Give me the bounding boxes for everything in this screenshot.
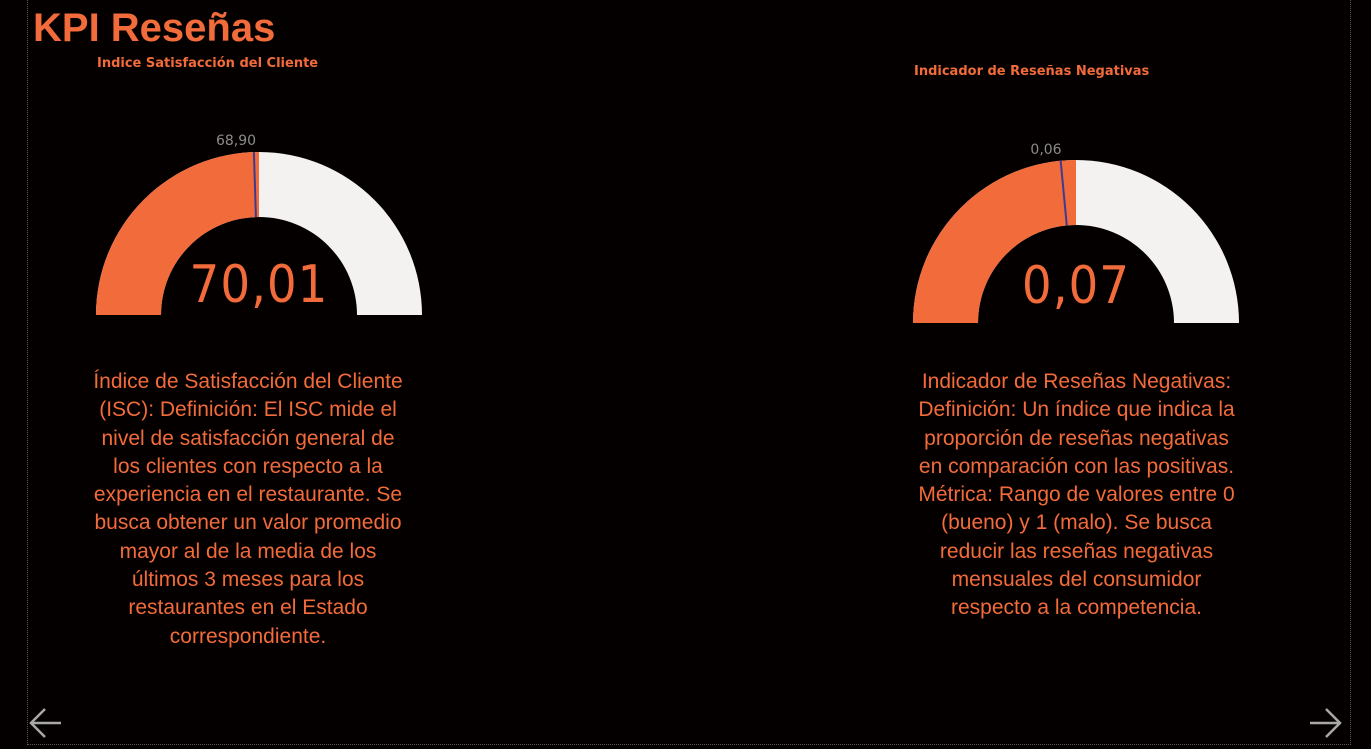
page-title: KPI Reseñas — [33, 6, 276, 50]
previous-page-button[interactable] — [28, 705, 64, 741]
gauge-title-satisfaction: Indice Satisfacción del Cliente — [97, 56, 319, 71]
satisfaction-target-label: 68,90 — [215, 133, 257, 149]
satisfaction-value: 70,01 — [189, 255, 329, 315]
next-page-button[interactable] — [1307, 705, 1343, 741]
negative-reviews-target-label: 0,06 — [1030, 142, 1062, 158]
arrow-left-icon — [29, 708, 61, 738]
negative-reviews-description: Indicador de Reseñas Negativas: Definici… — [918, 370, 1235, 620]
gauge-title-negative-reviews: Indicador de Reseñas Negativas — [914, 64, 1150, 79]
arrow-right-icon — [1310, 708, 1342, 738]
negative-reviews-value: 0,07 — [1021, 256, 1131, 316]
satisfaction-description: Índice de Satisfacción del Cliente (ISC)… — [93, 370, 403, 648]
